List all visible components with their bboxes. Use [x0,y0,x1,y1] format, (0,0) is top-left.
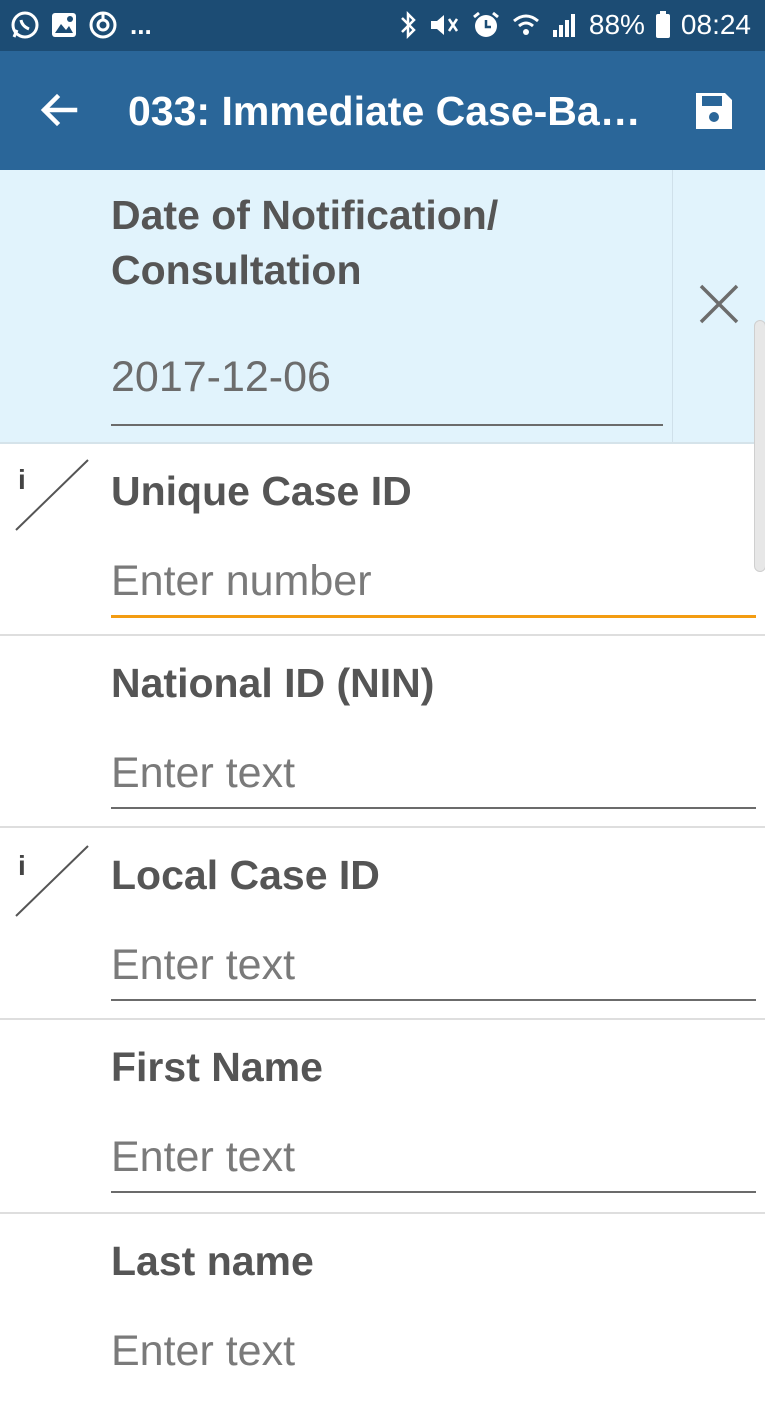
battery-percent: 88% [588,9,645,40]
timer-icon [88,10,118,40]
field-date-of-notification: Date of Notification/ Consultation 2017-… [0,170,765,444]
first-name-input[interactable] [111,1130,751,1184]
battery-icon [655,10,671,40]
field-unique-case-id: i Unique Case ID [0,444,765,636]
back-button[interactable] [36,89,82,135]
last-name-input[interactable] [111,1324,751,1378]
field-label: Local Case ID [111,852,380,898]
local-case-id-input[interactable] [111,938,751,992]
field-label: Date of Notification/ Consultation [111,192,499,293]
bluetooth-icon [399,10,417,40]
wifi-icon [511,10,541,40]
clock: 08:24 [680,9,751,40]
field-label: First Name [111,1044,323,1090]
field-underline [111,424,663,426]
field-national-id: National ID (NIN) [0,636,765,828]
clear-date-button[interactable] [672,170,765,442]
field-label: Unique Case ID [111,468,412,514]
field-underline-focused [111,615,756,618]
whatsapp-icon [10,10,40,40]
field-label: National ID (NIN) [111,660,435,706]
national-id-input[interactable] [111,746,751,800]
field-local-case-id: i Local Case ID [0,828,765,1020]
date-value[interactable]: 2017-12-06 [111,350,331,404]
form: Date of Notification/ Consultation 2017-… [0,170,765,1378]
save-icon [693,90,735,137]
scrollbar[interactable] [754,320,765,572]
status-bar: ... 88% 08:24 [0,0,765,51]
app-bar: 033: Immediate Case-Based Investigation [0,51,765,170]
alarm-icon [471,10,501,40]
field-first-name: First Name [0,1020,765,1214]
gallery-icon [50,11,78,39]
info-strikethrough-icon[interactable]: i [14,458,90,532]
field-underline [111,999,756,1001]
field-underline [111,1191,756,1193]
field-last-name: Last name [0,1214,765,1404]
signal-icon [551,10,579,40]
save-button[interactable] [690,89,738,137]
status-left: ... [10,8,152,42]
arrow-back-icon [39,90,79,135]
mute-vibrate-icon [427,10,461,40]
field-underline [111,807,756,809]
unique-case-id-input[interactable] [111,554,751,608]
field-label: Last name [111,1238,314,1284]
notification-overflow: ... [130,10,152,40]
status-right: 88% 08:24 [399,8,751,42]
close-icon [698,283,740,330]
page-title: 033: Immediate Case-Based Investigation [128,88,653,134]
info-strikethrough-icon[interactable]: i [14,844,90,918]
